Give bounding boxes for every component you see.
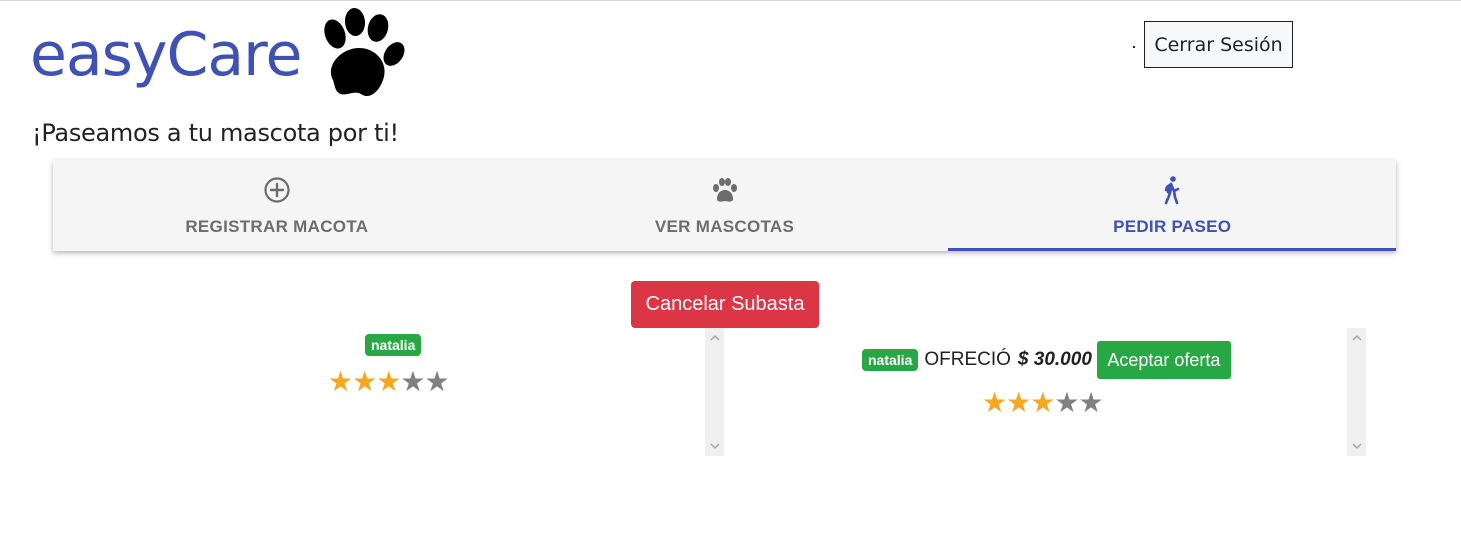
- scroll-up-icon[interactable]: [705, 330, 724, 346]
- star-empty-icon: ★: [424, 366, 449, 397]
- decorative-dot: [1133, 46, 1135, 48]
- tagline: ¡Paseamos a tu mascota por ti!: [32, 119, 399, 147]
- star-filled-icon: ★: [1030, 387, 1055, 418]
- logo: easyCare: [30, 7, 405, 107]
- star-empty-icon: ★: [1078, 387, 1103, 418]
- walking-icon: [1161, 175, 1183, 205]
- star-empty-icon: ★: [1054, 387, 1079, 418]
- cancel-auction-button[interactable]: Cancelar Subasta: [631, 281, 819, 328]
- logo-text: easyCare: [30, 20, 302, 90]
- tab-registrar-mascota[interactable]: REGISTRAR MACOTA: [53, 160, 501, 251]
- walker-rating: ★ ★ ★ ★ ★: [328, 366, 450, 397]
- offers-scrollbar[interactable]: [1347, 328, 1366, 456]
- offer-amount: $ 30.000: [1017, 349, 1092, 370]
- walker-name-badge: natalia: [365, 334, 422, 356]
- paw-logo-icon: [315, 7, 405, 105]
- star-filled-icon: ★: [376, 366, 401, 397]
- offer-row: natalia OFRECIÓ $ 30.000 Aceptar oferta: [862, 341, 1231, 379]
- offer-rating: ★ ★ ★ ★ ★: [982, 387, 1104, 418]
- tab-label: REGISTRAR MACOTA: [185, 217, 369, 236]
- tab-pedir-paseo[interactable]: PEDIR PASEO: [948, 160, 1396, 251]
- scroll-down-icon[interactable]: [1347, 438, 1366, 454]
- offer-walker-badge: natalia: [862, 349, 919, 371]
- tab-label: VER MASCOTAS: [654, 217, 795, 236]
- star-empty-icon: ★: [400, 366, 425, 397]
- walkers-scrollbar[interactable]: [705, 328, 724, 456]
- paw-icon: [711, 175, 739, 205]
- offer-text: OFRECIÓ: [924, 349, 1011, 370]
- scroll-up-icon[interactable]: [1347, 330, 1366, 346]
- tab-ver-mascotas[interactable]: VER MASCOTAS: [501, 160, 949, 251]
- star-filled-icon: ★: [1006, 387, 1031, 418]
- accept-offer-button[interactable]: Aceptar oferta: [1096, 341, 1231, 379]
- star-filled-icon: ★: [352, 366, 377, 397]
- scroll-down-icon[interactable]: [705, 438, 724, 454]
- nav-tabs: REGISTRAR MACOTA VER MASCOTAS PEDIR PASE…: [53, 160, 1396, 251]
- star-filled-icon: ★: [328, 366, 353, 397]
- star-filled-icon: ★: [982, 387, 1007, 418]
- plus-circle-icon: [263, 175, 291, 205]
- logout-button[interactable]: Cerrar Sesión: [1144, 21, 1293, 68]
- tab-label: PEDIR PASEO: [1113, 217, 1232, 236]
